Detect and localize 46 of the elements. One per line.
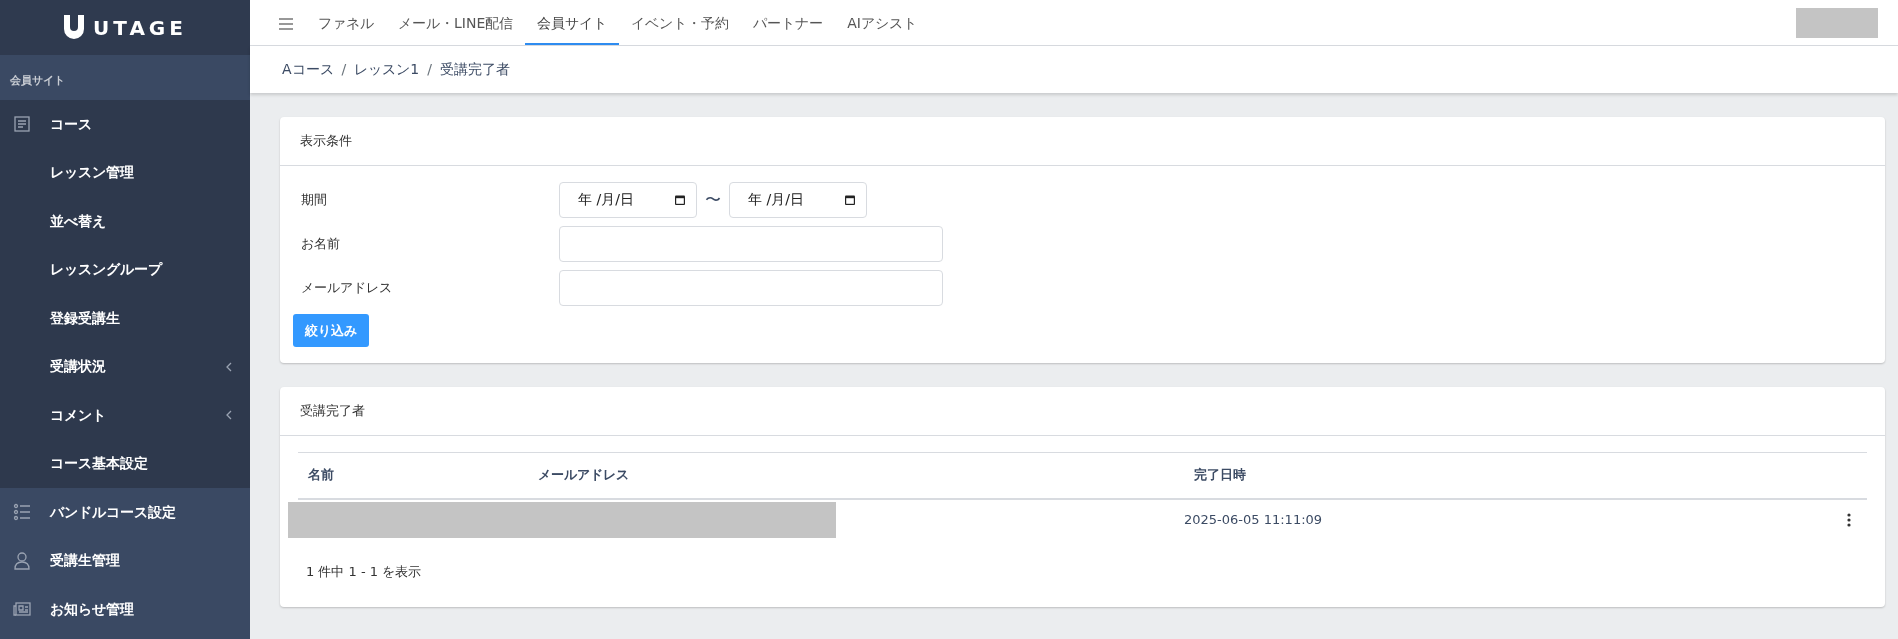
nav-tab[interactable]: パートナー — [741, 3, 836, 45]
range-separator: 〜 — [705, 188, 721, 211]
breadcrumb-separator: / — [341, 60, 347, 79]
nav-tab[interactable]: メール・LINE配信 — [386, 3, 526, 45]
nav-tab[interactable]: AIアシスト — [835, 3, 929, 45]
sidebar-item[interactable]: 並べ替え — [0, 197, 250, 246]
document-icon — [12, 114, 32, 135]
sidebar-item[interactable]: 受講生管理 — [0, 536, 250, 585]
sidebar-item[interactable]: レッスン管理 — [0, 148, 250, 197]
more-options-icon[interactable] — [1847, 512, 1851, 527]
breadcrumb-current: 受講完了者 — [439, 60, 510, 79]
sidebar-section-title: 会員サイト — [9, 73, 66, 89]
column-header: 名前 — [307, 466, 335, 485]
brand-name: UTAGE — [93, 14, 187, 42]
calendar-icon[interactable] — [844, 193, 856, 206]
breadcrumb-link[interactable]: レッスン1 — [354, 59, 420, 80]
breadcrumb-link[interactable]: Aコース — [282, 59, 334, 80]
breadcrumb-separator: / — [427, 60, 432, 79]
field-label: メールアドレス — [300, 278, 393, 297]
text-field[interactable] — [559, 225, 943, 262]
date-field[interactable]: 年 /月/日 — [559, 181, 697, 218]
sidebar-item[interactable]: 受講状況 — [0, 342, 250, 391]
sidebar-item[interactable]: コメント — [0, 391, 250, 440]
table-cell-text: 2025-06-05 11:11:09 — [1184, 510, 1323, 529]
field-label: お名前 — [300, 234, 341, 253]
sidebar-item[interactable]: お知らせ管理 — [0, 585, 250, 634]
sidebar-item[interactable]: バンドルコース設定 — [0, 488, 250, 537]
person-icon — [12, 550, 32, 571]
column-header: 完了日時 — [1193, 466, 1246, 485]
text-field[interactable] — [559, 269, 943, 306]
column-header: メールアドレス — [537, 466, 630, 485]
sidebar-item[interactable]: 登録受講生 — [0, 294, 250, 343]
menu-icon[interactable] — [278, 17, 294, 31]
pagination-summary: 1 件中 1 - 1 を表示 — [305, 562, 423, 581]
card-title: 受講完了者 — [280, 387, 1885, 436]
logo-icon — [63, 14, 86, 41]
sidebar-item[interactable]: コース — [0, 100, 250, 149]
list-icon — [12, 502, 32, 523]
card-title: 表示条件 — [280, 117, 1885, 166]
nav-tab[interactable]: イベント・予約 — [619, 3, 742, 45]
calendar-icon[interactable] — [674, 193, 686, 206]
nav-tab[interactable]: ファネル — [306, 3, 386, 45]
date-field[interactable]: 年 /月/日 — [729, 181, 867, 218]
field-label: 期間 — [300, 190, 328, 209]
sidebar-item[interactable]: レッスングループ — [0, 245, 250, 294]
sidebar-item[interactable]: コース基本設定 — [0, 439, 250, 488]
